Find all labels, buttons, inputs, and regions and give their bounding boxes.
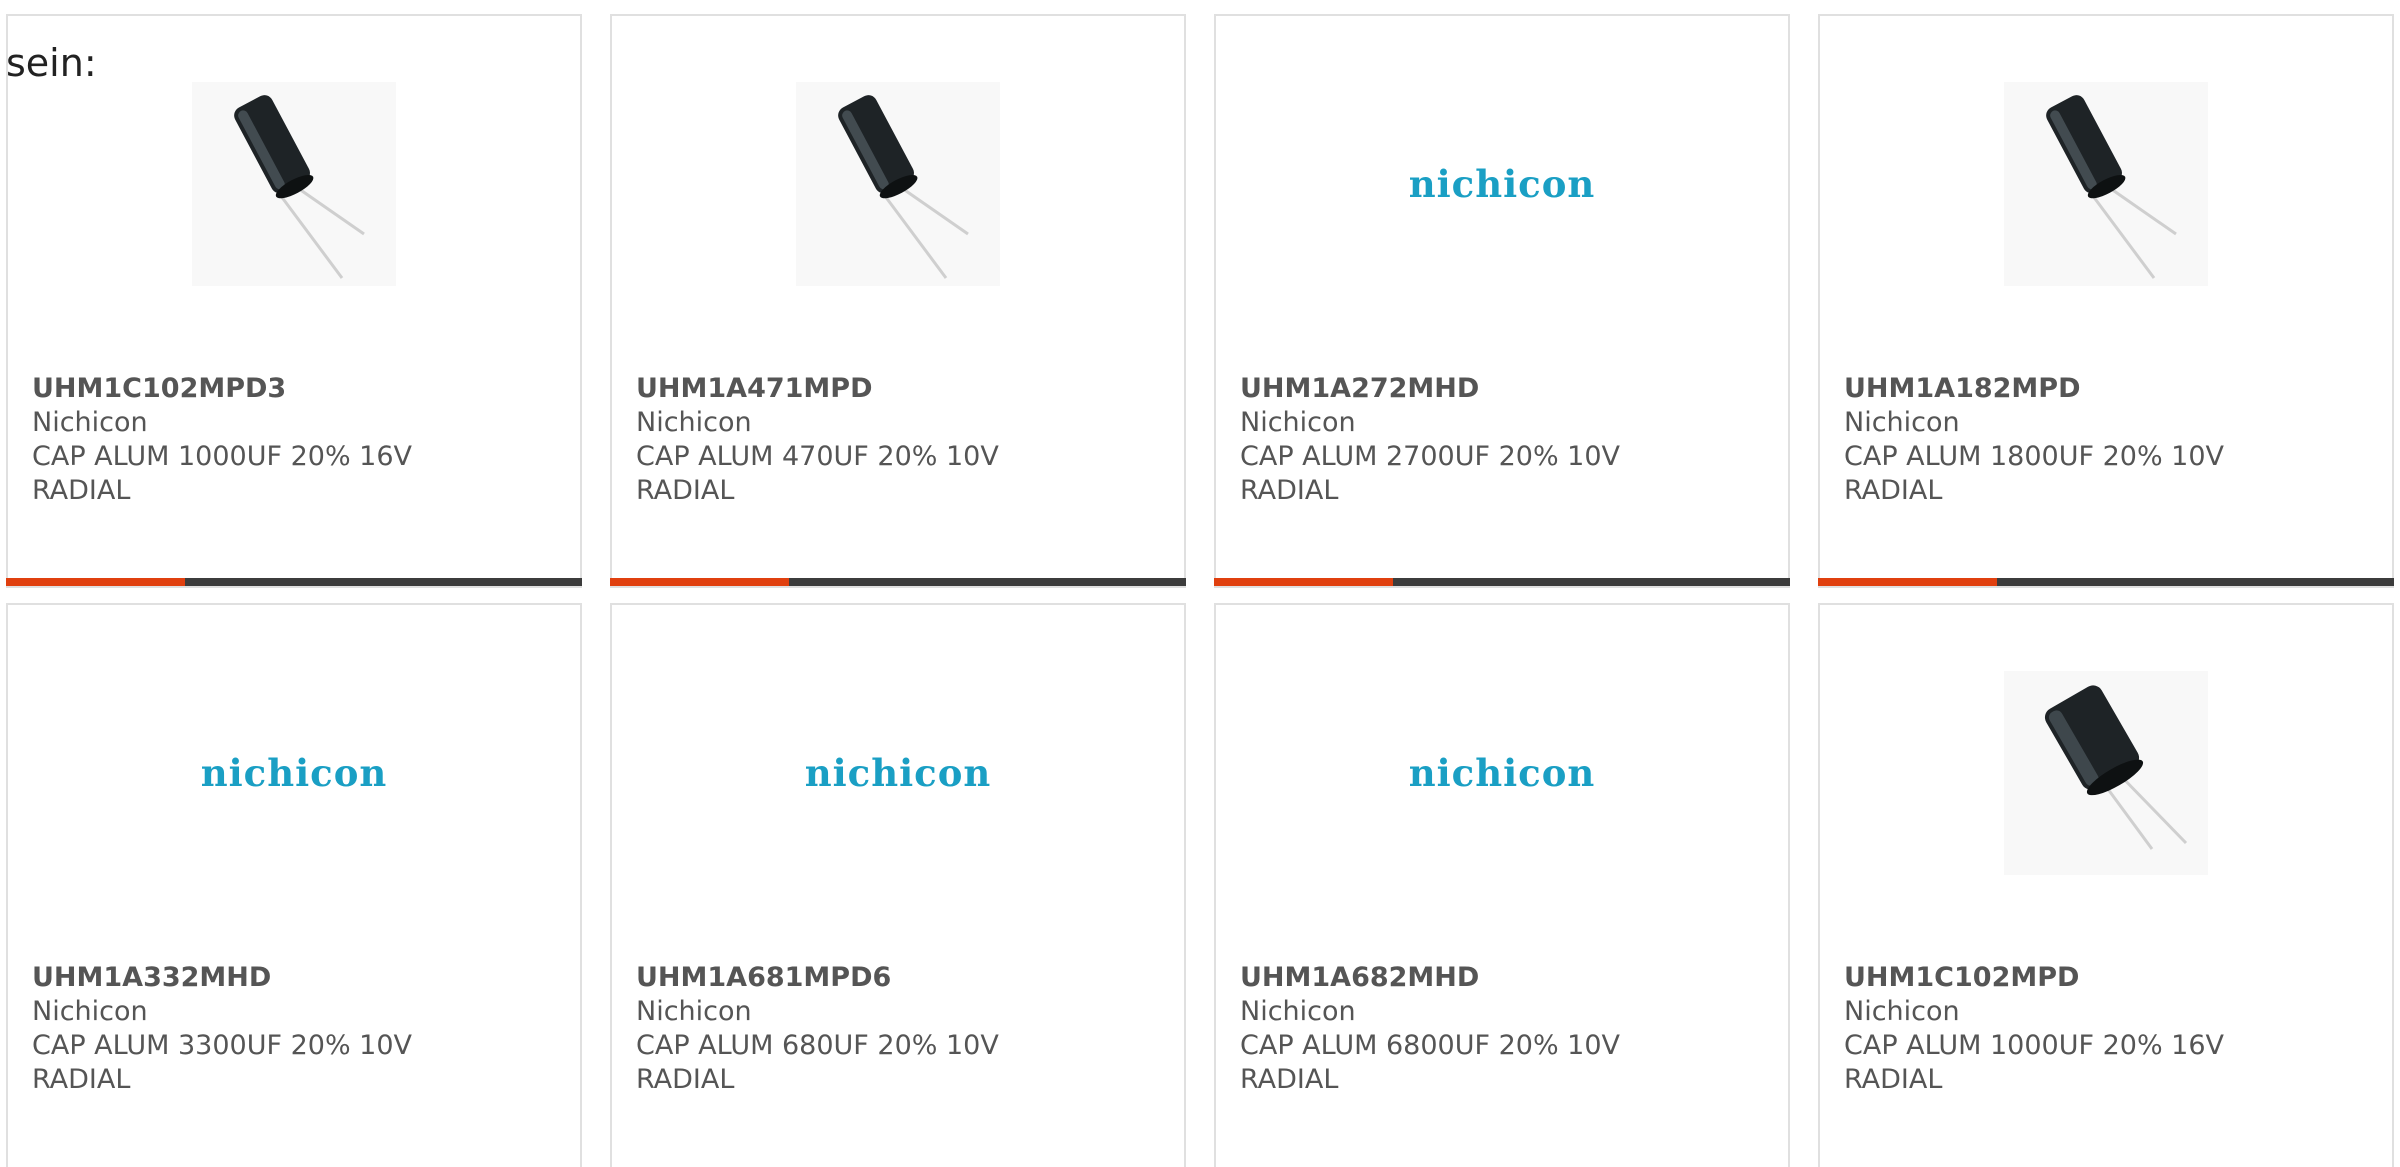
description-line: RADIAL: [636, 475, 735, 506]
product-photo: [796, 82, 1000, 286]
description-line: RADIAL: [1240, 1064, 1339, 1095]
description-line: CAP ALUM 3300UF 20% 10V: [32, 1030, 413, 1061]
product-card[interactable]: nichicon UHM1A682MHD Nichicon CAP ALUM 6800…: [1214, 603, 1790, 1167]
product-card[interactable]: UHM1C102MPD3 Nichicon CAP ALUM 1000UF 20% …: [6, 14, 582, 588]
manufacturer-name: Nichicon: [1844, 407, 1960, 438]
product-image-area[interactable]: [8, 82, 580, 286]
part-number[interactable]: UHM1A332MHD: [32, 961, 560, 995]
capacitor-image: [838, 95, 969, 279]
description-line: CAP ALUM 6800UF 20% 10V: [1240, 1030, 1621, 1061]
product-info: UHM1A272MHD Nichicon CAP ALUM 2700UF 20% 1…: [1240, 372, 1768, 508]
description-line: CAP ALUM 2700UF 20% 10V: [1240, 441, 1621, 472]
manufacturer-name: Nichicon: [1844, 996, 1960, 1027]
product-info: UHM1A682MHD Nichicon CAP ALUM 6800UF 20% 1…: [1240, 961, 1768, 1097]
part-number[interactable]: UHM1A272MHD: [1240, 372, 1768, 406]
part-number[interactable]: UHM1A681MPD6: [636, 961, 1164, 995]
manufacturer-logo: nichicon: [200, 751, 388, 795]
manufacturer-name: Nichicon: [636, 407, 752, 438]
part-number[interactable]: UHM1C102MPD3: [32, 372, 560, 406]
description-line: RADIAL: [1844, 475, 1943, 506]
product-image-area[interactable]: [612, 82, 1184, 286]
product-grid-page: sein: UHM1C102MPD3 Nichicon CAP ALUM 1000U…: [0, 0, 2400, 1167]
product-info: UHM1A332MHD Nichicon CAP ALUM 3300UF 20% 1…: [32, 961, 560, 1097]
product-photo: [2004, 82, 2208, 286]
product-card[interactable]: nichicon UHM1A332MHD Nichicon CAP ALUM 3300…: [6, 603, 582, 1167]
product-info: UHM1A471MPD Nichicon CAP ALUM 470UF 20% 10…: [636, 372, 1164, 508]
product-photo: [192, 82, 396, 286]
manufacturer-name: Nichicon: [1240, 996, 1356, 1027]
card-progress-fill: [1214, 578, 1393, 586]
card-progress-fill: [6, 578, 185, 586]
description-line: RADIAL: [1844, 1064, 1943, 1095]
card-progress-bar: [6, 578, 582, 586]
part-number[interactable]: UHM1C102MPD: [1844, 961, 2372, 995]
product-info: UHM1A182MPD Nichicon CAP ALUM 1800UF 20% 1…: [1844, 372, 2372, 508]
description-line: RADIAL: [32, 1064, 131, 1095]
part-number[interactable]: UHM1A182MPD: [1844, 372, 2372, 406]
description-line: CAP ALUM 1000UF 20% 16V: [1844, 1030, 2225, 1061]
description-line: RADIAL: [1240, 475, 1339, 506]
product-card[interactable]: nichicon UHM1A272MHD Nichicon CAP ALUM 2700…: [1214, 14, 1790, 588]
manufacturer-name: Nichicon: [32, 996, 148, 1027]
part-number[interactable]: UHM1A471MPD: [636, 372, 1164, 406]
description-line: CAP ALUM 1800UF 20% 10V: [1844, 441, 2225, 472]
manufacturer-logo: nichicon: [1408, 162, 1596, 206]
card-progress-fill: [610, 578, 789, 586]
part-number[interactable]: UHM1A682MHD: [1240, 961, 1768, 995]
description-line: RADIAL: [636, 1064, 735, 1095]
product-card[interactable]: UHM1A182MPD Nichicon CAP ALUM 1800UF 20% 1…: [1818, 14, 2394, 588]
product-info: UHM1C102MPD Nichicon CAP ALUM 1000UF 20% 1…: [1844, 961, 2372, 1097]
intro-text: sein:: [6, 41, 97, 85]
product-card[interactable]: UHM1C102MPD Nichicon CAP ALUM 1000UF 20% 1…: [1818, 603, 2394, 1167]
capacitor-image: [234, 95, 365, 279]
capacitor-image: [2046, 95, 2177, 279]
manufacturer-name: Nichicon: [32, 407, 148, 438]
product-image-area[interactable]: [1820, 671, 2392, 875]
card-progress-bar: [1818, 578, 2394, 586]
manufacturer-logo: nichicon: [804, 751, 992, 795]
product-photo: [2004, 671, 2208, 875]
product-image-area[interactable]: nichicon: [612, 671, 1184, 875]
manufacturer-name: Nichicon: [1240, 407, 1356, 438]
description-line: RADIAL: [32, 475, 131, 506]
product-image-area[interactable]: nichicon: [8, 671, 580, 875]
product-image-area[interactable]: nichicon: [1216, 82, 1788, 286]
product-card[interactable]: UHM1A471MPD Nichicon CAP ALUM 470UF 20% 10…: [610, 14, 1186, 588]
card-progress-fill: [1818, 578, 1997, 586]
description-line: CAP ALUM 1000UF 20% 16V: [32, 441, 413, 472]
product-image-area[interactable]: [1820, 82, 2392, 286]
product-image-area[interactable]: nichicon: [1216, 671, 1788, 875]
manufacturer-logo: nichicon: [1408, 751, 1596, 795]
card-progress-bar: [610, 578, 1186, 586]
description-line: CAP ALUM 680UF 20% 10V: [636, 1030, 999, 1061]
manufacturer-name: Nichicon: [636, 996, 752, 1027]
product-info: UHM1A681MPD6 Nichicon CAP ALUM 680UF 20% 1…: [636, 961, 1164, 1097]
card-progress-bar: [1214, 578, 1790, 586]
product-card[interactable]: nichicon UHM1A681MPD6 Nichicon CAP ALUM 680…: [610, 603, 1186, 1167]
capacitor-image: [2044, 685, 2188, 850]
description-line: CAP ALUM 470UF 20% 10V: [636, 441, 999, 472]
product-info: UHM1C102MPD3 Nichicon CAP ALUM 1000UF 20% …: [32, 372, 560, 508]
